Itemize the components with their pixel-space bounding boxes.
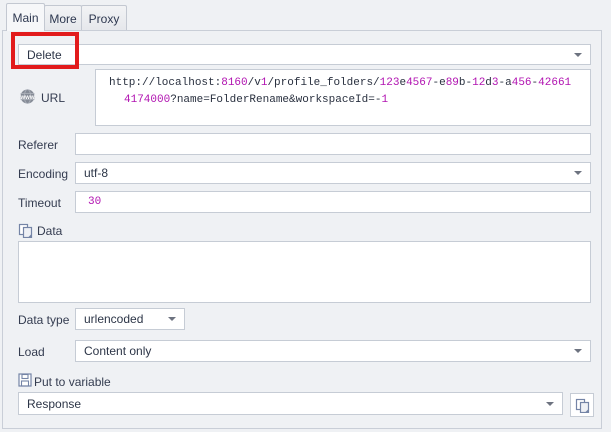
timeout-value: 30 [88,196,101,208]
load-label: Load [18,345,45,359]
url-value-line2: 4174000?name=FolderRename&workspaceId=-1 [109,92,582,109]
put-to-variable-dropdown[interactable]: Response [18,392,563,415]
referer-label: Referer [18,138,58,152]
tab-main[interactable]: Main [6,3,45,31]
method-dropdown[interactable]: Delete [18,44,591,65]
data-label: Data [37,224,62,238]
floppy-disk-icon [18,373,32,387]
chevron-down-icon [574,349,582,353]
referer-input[interactable] [75,133,591,155]
tab-more[interactable]: More [44,5,82,31]
timeout-input[interactable]: 30 [75,191,591,213]
svg-text:www: www [19,95,34,101]
tab-main-label: Main [12,11,38,25]
tab-more-label: More [49,12,76,26]
copy-variable-button[interactable] [570,393,594,417]
load-dropdown[interactable]: Content only [75,340,591,362]
www-globe-icon: www [18,89,37,104]
data-textarea[interactable] [18,241,591,303]
chevron-down-icon [546,402,554,406]
url-input[interactable]: http://localhost:8160/v1/profile_folders… [95,69,591,126]
chevron-down-icon [574,171,582,175]
chevron-down-icon [574,53,582,57]
data-type-dropdown[interactable]: urlencoded [75,308,185,330]
encoding-dropdown-value: utf-8 [84,166,108,180]
timeout-label: Timeout [18,196,61,210]
url-label: URL [41,91,65,105]
copy-pages-icon [575,398,590,413]
load-dropdown-value: Content only [84,344,151,358]
tab-proxy[interactable]: Proxy [81,5,127,31]
put-to-variable-value: Response [27,397,81,411]
tab-proxy-label: Proxy [89,12,120,26]
put-to-variable-label: Put to variable [34,375,111,389]
method-dropdown-value: Delete [27,48,62,62]
data-type-dropdown-value: urlencoded [84,312,143,326]
copy-pages-icon [18,223,33,238]
encoding-dropdown[interactable]: utf-8 [75,162,591,184]
encoding-label: Encoding [18,167,68,181]
data-type-label: Data type [18,313,69,327]
url-value-line1: http://localhost:8160/v1/profile_folders… [109,75,582,92]
chevron-down-icon [168,317,176,321]
